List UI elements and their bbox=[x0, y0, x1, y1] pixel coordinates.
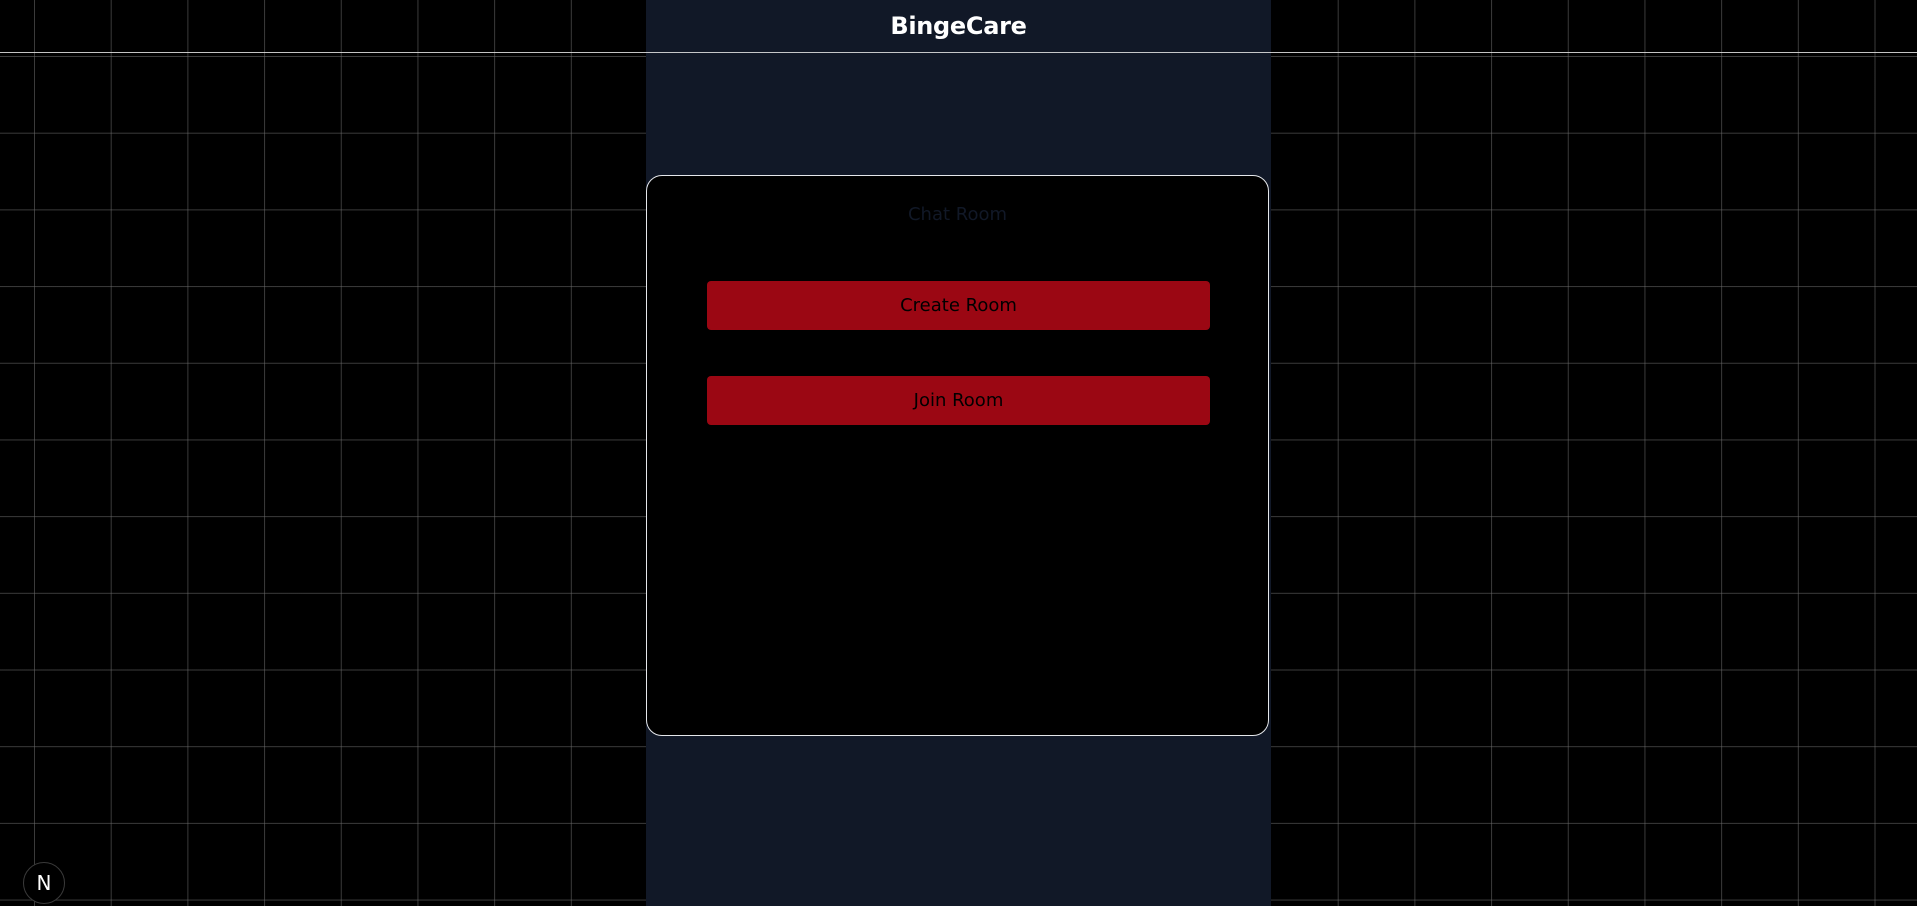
header-divider bbox=[0, 52, 1917, 53]
join-room-button[interactable]: Join Room bbox=[707, 376, 1210, 425]
nextjs-icon-label: N bbox=[36, 871, 52, 895]
chat-room-card: Chat Room Create Room Join Room bbox=[646, 175, 1269, 736]
nextjs-dev-icon[interactable]: N bbox=[23, 862, 65, 904]
brand-title[interactable]: BingeCare bbox=[646, 0, 1271, 52]
app-screen: BingeCare Chat Room Create Room Join Roo… bbox=[0, 0, 1917, 906]
create-room-button[interactable]: Create Room bbox=[707, 281, 1210, 330]
card-title: Chat Room bbox=[907, 204, 1008, 225]
